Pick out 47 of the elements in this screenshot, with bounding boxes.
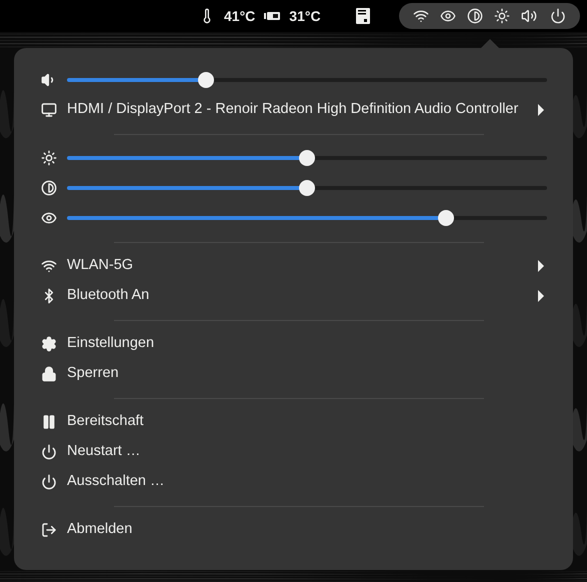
slider[interactable] bbox=[67, 70, 547, 90]
menu-item-label: Neustart … bbox=[67, 442, 140, 462]
menu-item-label: Ausschalten … bbox=[67, 472, 165, 492]
settings-icon bbox=[41, 336, 57, 352]
menu-item-label: Sperren bbox=[67, 364, 119, 384]
computer-icon[interactable] bbox=[356, 8, 370, 24]
power-icon bbox=[550, 8, 566, 24]
slider-handle[interactable] bbox=[299, 150, 315, 166]
contrast-icon bbox=[467, 8, 483, 24]
graphics-card-icon bbox=[264, 11, 280, 21]
menu-item[interactable]: Ausschalten … bbox=[41, 467, 546, 497]
slider[interactable] bbox=[67, 178, 547, 198]
temperature-reading: 31°C bbox=[289, 6, 321, 26]
brightness-icon bbox=[494, 8, 510, 24]
system-status-button[interactable] bbox=[399, 3, 580, 29]
slider-handle[interactable] bbox=[299, 180, 315, 196]
contrast-icon bbox=[41, 180, 57, 196]
menu-item[interactable]: Bereitschaft bbox=[41, 407, 546, 437]
logout-icon bbox=[41, 522, 57, 538]
temperature-reading: 41°C bbox=[224, 6, 256, 26]
menu-item[interactable]: HDMI / DisplayPort 2 - Renoir Radeon High Definition Audio Controller bbox=[41, 95, 546, 125]
volume-icon bbox=[521, 8, 537, 24]
menu-item-label: Bluetooth An bbox=[67, 286, 150, 306]
slider[interactable] bbox=[67, 208, 547, 228]
pause-icon bbox=[41, 414, 57, 430]
menu-item[interactable]: Sperren bbox=[41, 359, 546, 389]
slider-handle[interactable] bbox=[198, 72, 214, 88]
menu-item-label: Einstellungen bbox=[67, 334, 154, 354]
power-icon bbox=[41, 444, 57, 460]
menu-item-label: Abmelden bbox=[67, 520, 132, 540]
monitor-icon bbox=[41, 102, 57, 118]
menu-item[interactable]: Abmelden bbox=[41, 515, 546, 545]
brightness-icon bbox=[41, 150, 57, 166]
eye-icon bbox=[41, 210, 57, 226]
wifi-icon bbox=[41, 258, 57, 274]
menu-item-label: WLAN-5G bbox=[67, 256, 134, 276]
power-icon bbox=[41, 474, 57, 490]
menu-item[interactable]: Bluetooth An bbox=[41, 281, 546, 311]
menu-item[interactable]: WLAN-5G bbox=[41, 251, 546, 281]
menu-item[interactable]: Einstellungen bbox=[41, 329, 546, 359]
menu-item-label: HDMI / DisplayPort 2 - Renoir Radeon High Definition Audio Controller bbox=[67, 100, 518, 120]
slider[interactable] bbox=[67, 148, 547, 168]
wifi-icon bbox=[413, 8, 429, 24]
eye-icon bbox=[440, 8, 456, 24]
menu-item[interactable]: Neustart … bbox=[41, 437, 546, 467]
slider-handle[interactable] bbox=[438, 210, 454, 226]
menu-item-label: Bereitschaft bbox=[67, 412, 144, 432]
